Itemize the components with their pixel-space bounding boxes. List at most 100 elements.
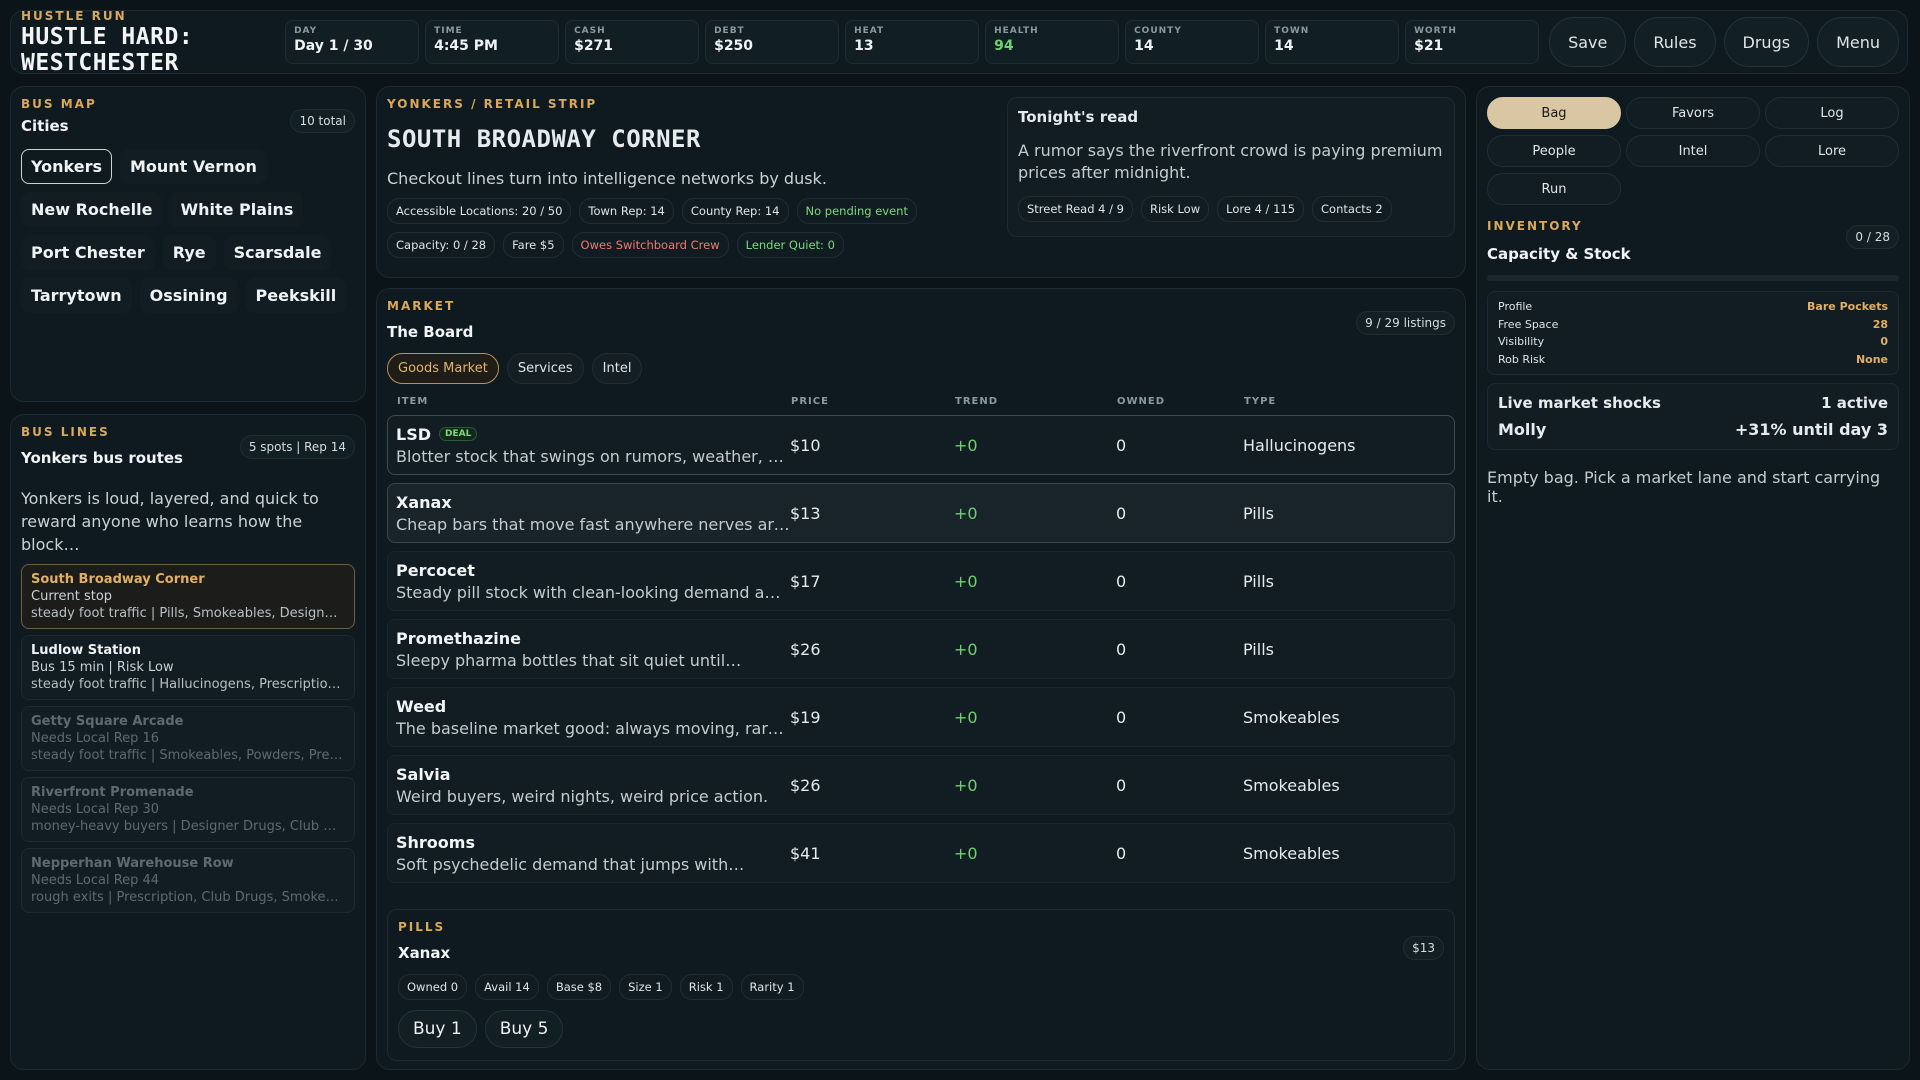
chip-risk-level: Risk 1 xyxy=(679,974,733,1000)
city-peekskill[interactable]: Peekskill xyxy=(245,278,347,313)
chip-fare: Fare $5 xyxy=(503,232,564,258)
tab-goods-market[interactable]: Goods Market xyxy=(387,353,499,384)
stat-cash: CASH $271 xyxy=(565,20,700,64)
item-detail-panel: PILLS Xanax $13 Owned 0 Avail 14 Base $8… xyxy=(387,909,1455,1061)
buy-5-button[interactable]: Buy 5 xyxy=(484,1010,564,1048)
empty-bag-message: Empty bag. Pick a market lane and start … xyxy=(1487,468,1881,506)
profile-box: Profile Bare Pockets Free Space 28 Visibil… xyxy=(1487,291,1899,375)
detail-eyebrow: PILLS xyxy=(398,920,446,934)
tonights-read-box: Tonight's read A rumor says the riverfro… xyxy=(1007,97,1455,237)
stat-heat: HEAT 13 xyxy=(845,20,980,64)
detail-price-badge: $13 xyxy=(1403,936,1444,960)
tab-bag[interactable]: Bag xyxy=(1487,97,1621,129)
chip-town-rep: Town Rep: 14 xyxy=(579,198,674,224)
shocks-count: 1 active xyxy=(1821,394,1888,412)
deal-badge: DEAL xyxy=(439,427,478,441)
bus-map-panel: BUS MAP Cities 10 total Yonkers Mount Ve… xyxy=(10,86,366,402)
tab-services[interactable]: Services xyxy=(506,353,584,384)
inventory-title: Capacity & Stock xyxy=(1487,245,1631,263)
chip-risk: Risk Low xyxy=(1140,196,1210,222)
rob-risk-row: Rob Risk None xyxy=(1498,352,1888,366)
buy-1-button[interactable]: Buy 1 xyxy=(398,1010,477,1048)
city-yonkers[interactable]: Yonkers xyxy=(21,149,112,184)
profile-row: Profile Bare Pockets xyxy=(1498,300,1888,313)
market-row-xanax[interactable]: Xanax Cheap bars that move fast anywhere … xyxy=(387,483,1455,543)
chip-rarity: Rarity 1 xyxy=(740,974,804,1000)
city-count-badge: 10 total xyxy=(290,109,355,133)
tab-lore[interactable]: Lore xyxy=(1765,135,1899,167)
shock-item: Molly xyxy=(1498,420,1547,439)
city-rye[interactable]: Rye xyxy=(162,235,216,270)
top-bar: HUSTLE RUN HUSTLE HARD: WESTCHESTER DAY D… xyxy=(10,9,1908,76)
stop-south-broadway-corner[interactable]: South Broadway Corner Current stop stead… xyxy=(21,564,355,629)
stat-health: HEALTH 94 xyxy=(985,20,1120,64)
tab-run[interactable]: Run xyxy=(1487,173,1621,205)
market-row-lsd[interactable]: LSD DEAL Blotter stock that swings on rumo… xyxy=(387,415,1455,475)
visibility-row: Visibility 0 xyxy=(1498,335,1888,348)
chip-avail: Avail 14 xyxy=(475,974,539,1000)
stat-worth: WORTH $21 xyxy=(1405,20,1540,64)
stat-day: DAY Day 1 / 30 xyxy=(285,20,420,64)
stat-debt: DEBT $250 xyxy=(705,20,840,64)
city-port-chester[interactable]: Port Chester xyxy=(21,235,155,270)
market-title: The Board xyxy=(387,323,474,341)
city-list: Yonkers Mount Vernon New Rochelle White … xyxy=(21,149,355,313)
chip-capacity: Capacity: 0 / 28 xyxy=(387,232,496,258)
city-mount-vernon[interactable]: Mount Vernon xyxy=(119,149,267,184)
save-button[interactable]: Save xyxy=(1549,17,1627,67)
chip-owes-crew: Owes Switchboard Crew xyxy=(571,232,729,258)
market-shocks-box: Live market shocks 1 active Molly +31% unt… xyxy=(1487,383,1899,450)
stop-ludlow-station[interactable]: Ludlow Station Bus 15 min | Risk Low ste… xyxy=(21,635,355,700)
market-tabs: Goods Market Services Intel xyxy=(387,353,1455,384)
city-scarsdale[interactable]: Scarsdale xyxy=(223,235,332,270)
spots-badge: 5 spots | Rep 14 xyxy=(239,435,355,459)
market-row-weed[interactable]: Weed The baseline market good: always mov… xyxy=(387,687,1455,747)
location-chips: Accessible Locations: 20 / 50 Town Rep: … xyxy=(387,198,997,258)
drugs-button[interactable]: Drugs xyxy=(1723,17,1810,67)
market-row-promethazine[interactable]: Promethazine Sleepy pharma bottles that s… xyxy=(387,619,1455,679)
market-eyebrow: MARKET xyxy=(387,299,456,313)
chip-lore: Lore 4 / 115 xyxy=(1217,196,1305,222)
location-panel: YONKERS / RETAIL STRIP SOUTH BROADWAY CO… xyxy=(376,86,1466,278)
tonights-read-text: A rumor says the riverfront crowd is pay… xyxy=(1018,141,1443,182)
tab-favors[interactable]: Favors xyxy=(1626,97,1760,129)
market-table-body: LSD DEAL Blotter stock that swings on rumo… xyxy=(387,415,1455,883)
tab-intel[interactable]: Intel xyxy=(591,353,643,384)
chip-pending-event: No pending event xyxy=(796,198,917,224)
chip-county-rep: County Rep: 14 xyxy=(681,198,789,224)
capacity-bar xyxy=(1487,275,1899,281)
chip-lender-quiet: Lender Quiet: 0 xyxy=(736,232,844,258)
stop-riverfront-promenade: Riverfront Promenade Needs Local Rep 30 … xyxy=(21,777,355,842)
menu-button[interactable]: Menu xyxy=(1817,17,1899,67)
inventory-sidebar: Bag Favors Log People Intel Lore Run INV… xyxy=(1476,86,1910,1070)
chip-street-read: Street Read 4 / 9 xyxy=(1018,196,1133,222)
market-row-salvia[interactable]: Salvia Weird buyers, weird nights, weird … xyxy=(387,755,1455,815)
city-ossining[interactable]: Ossining xyxy=(139,278,238,313)
city-new-rochelle[interactable]: New Rochelle xyxy=(21,192,163,227)
stop-nepperhan-warehouse-row: Nepperhan Warehouse Row Needs Local Rep … xyxy=(21,848,355,913)
market-row-shrooms[interactable]: Shrooms Soft psychedelic demand that jump… xyxy=(387,823,1455,883)
city-tarrytown[interactable]: Tarrytown xyxy=(21,278,132,313)
brand-eyebrow: HUSTLE RUN xyxy=(21,8,127,23)
free-space-row: Free Space 28 xyxy=(1498,317,1888,331)
tab-log[interactable]: Log xyxy=(1765,97,1899,129)
shocks-title: Live market shocks xyxy=(1498,394,1661,412)
city-white-plains[interactable]: White Plains xyxy=(170,192,304,227)
inventory-eyebrow: INVENTORY xyxy=(1487,219,1583,233)
tab-people[interactable]: People xyxy=(1487,135,1621,167)
chip-contacts: Contacts 2 xyxy=(1312,196,1392,222)
rules-button[interactable]: Rules xyxy=(1634,17,1716,67)
capacity-badge: 0 / 28 xyxy=(1846,225,1899,249)
market-table-header: ITEM PRICE TREND OWNED TYPE xyxy=(397,396,1277,407)
stop-getty-square-arcade: Getty Square Arcade Needs Local Rep 16 s… xyxy=(21,706,355,771)
tonights-read-title: Tonight's read xyxy=(1018,108,1139,126)
stat-county: COUNTY 14 xyxy=(1125,20,1260,64)
tab-intel-side[interactable]: Intel xyxy=(1626,135,1760,167)
sidebar-tabs: Bag Favors Log People Intel Lore Run xyxy=(1487,97,1899,205)
detail-item-name: Xanax xyxy=(398,944,451,962)
market-row-percocet[interactable]: Percocet Steady pill stock with clean-loo… xyxy=(387,551,1455,611)
market-panel: MARKET The Board 9 / 29 listings Goods M… xyxy=(376,288,1466,1070)
chip-base: Base $8 xyxy=(546,974,612,1000)
stat-town: TOWN 14 xyxy=(1265,20,1400,64)
brand: HUSTLE RUN HUSTLE HARD: WESTCHESTER xyxy=(21,9,285,76)
